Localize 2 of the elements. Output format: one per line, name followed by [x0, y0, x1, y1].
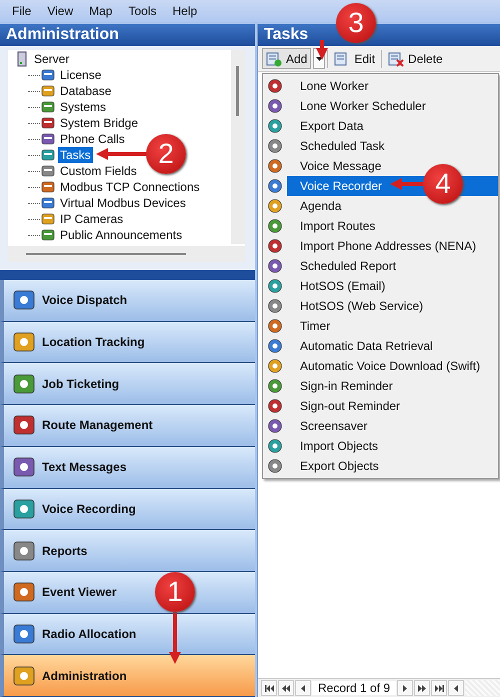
record-counter: Record 1 of 9	[312, 681, 396, 695]
panel-title: Administration	[0, 24, 255, 46]
